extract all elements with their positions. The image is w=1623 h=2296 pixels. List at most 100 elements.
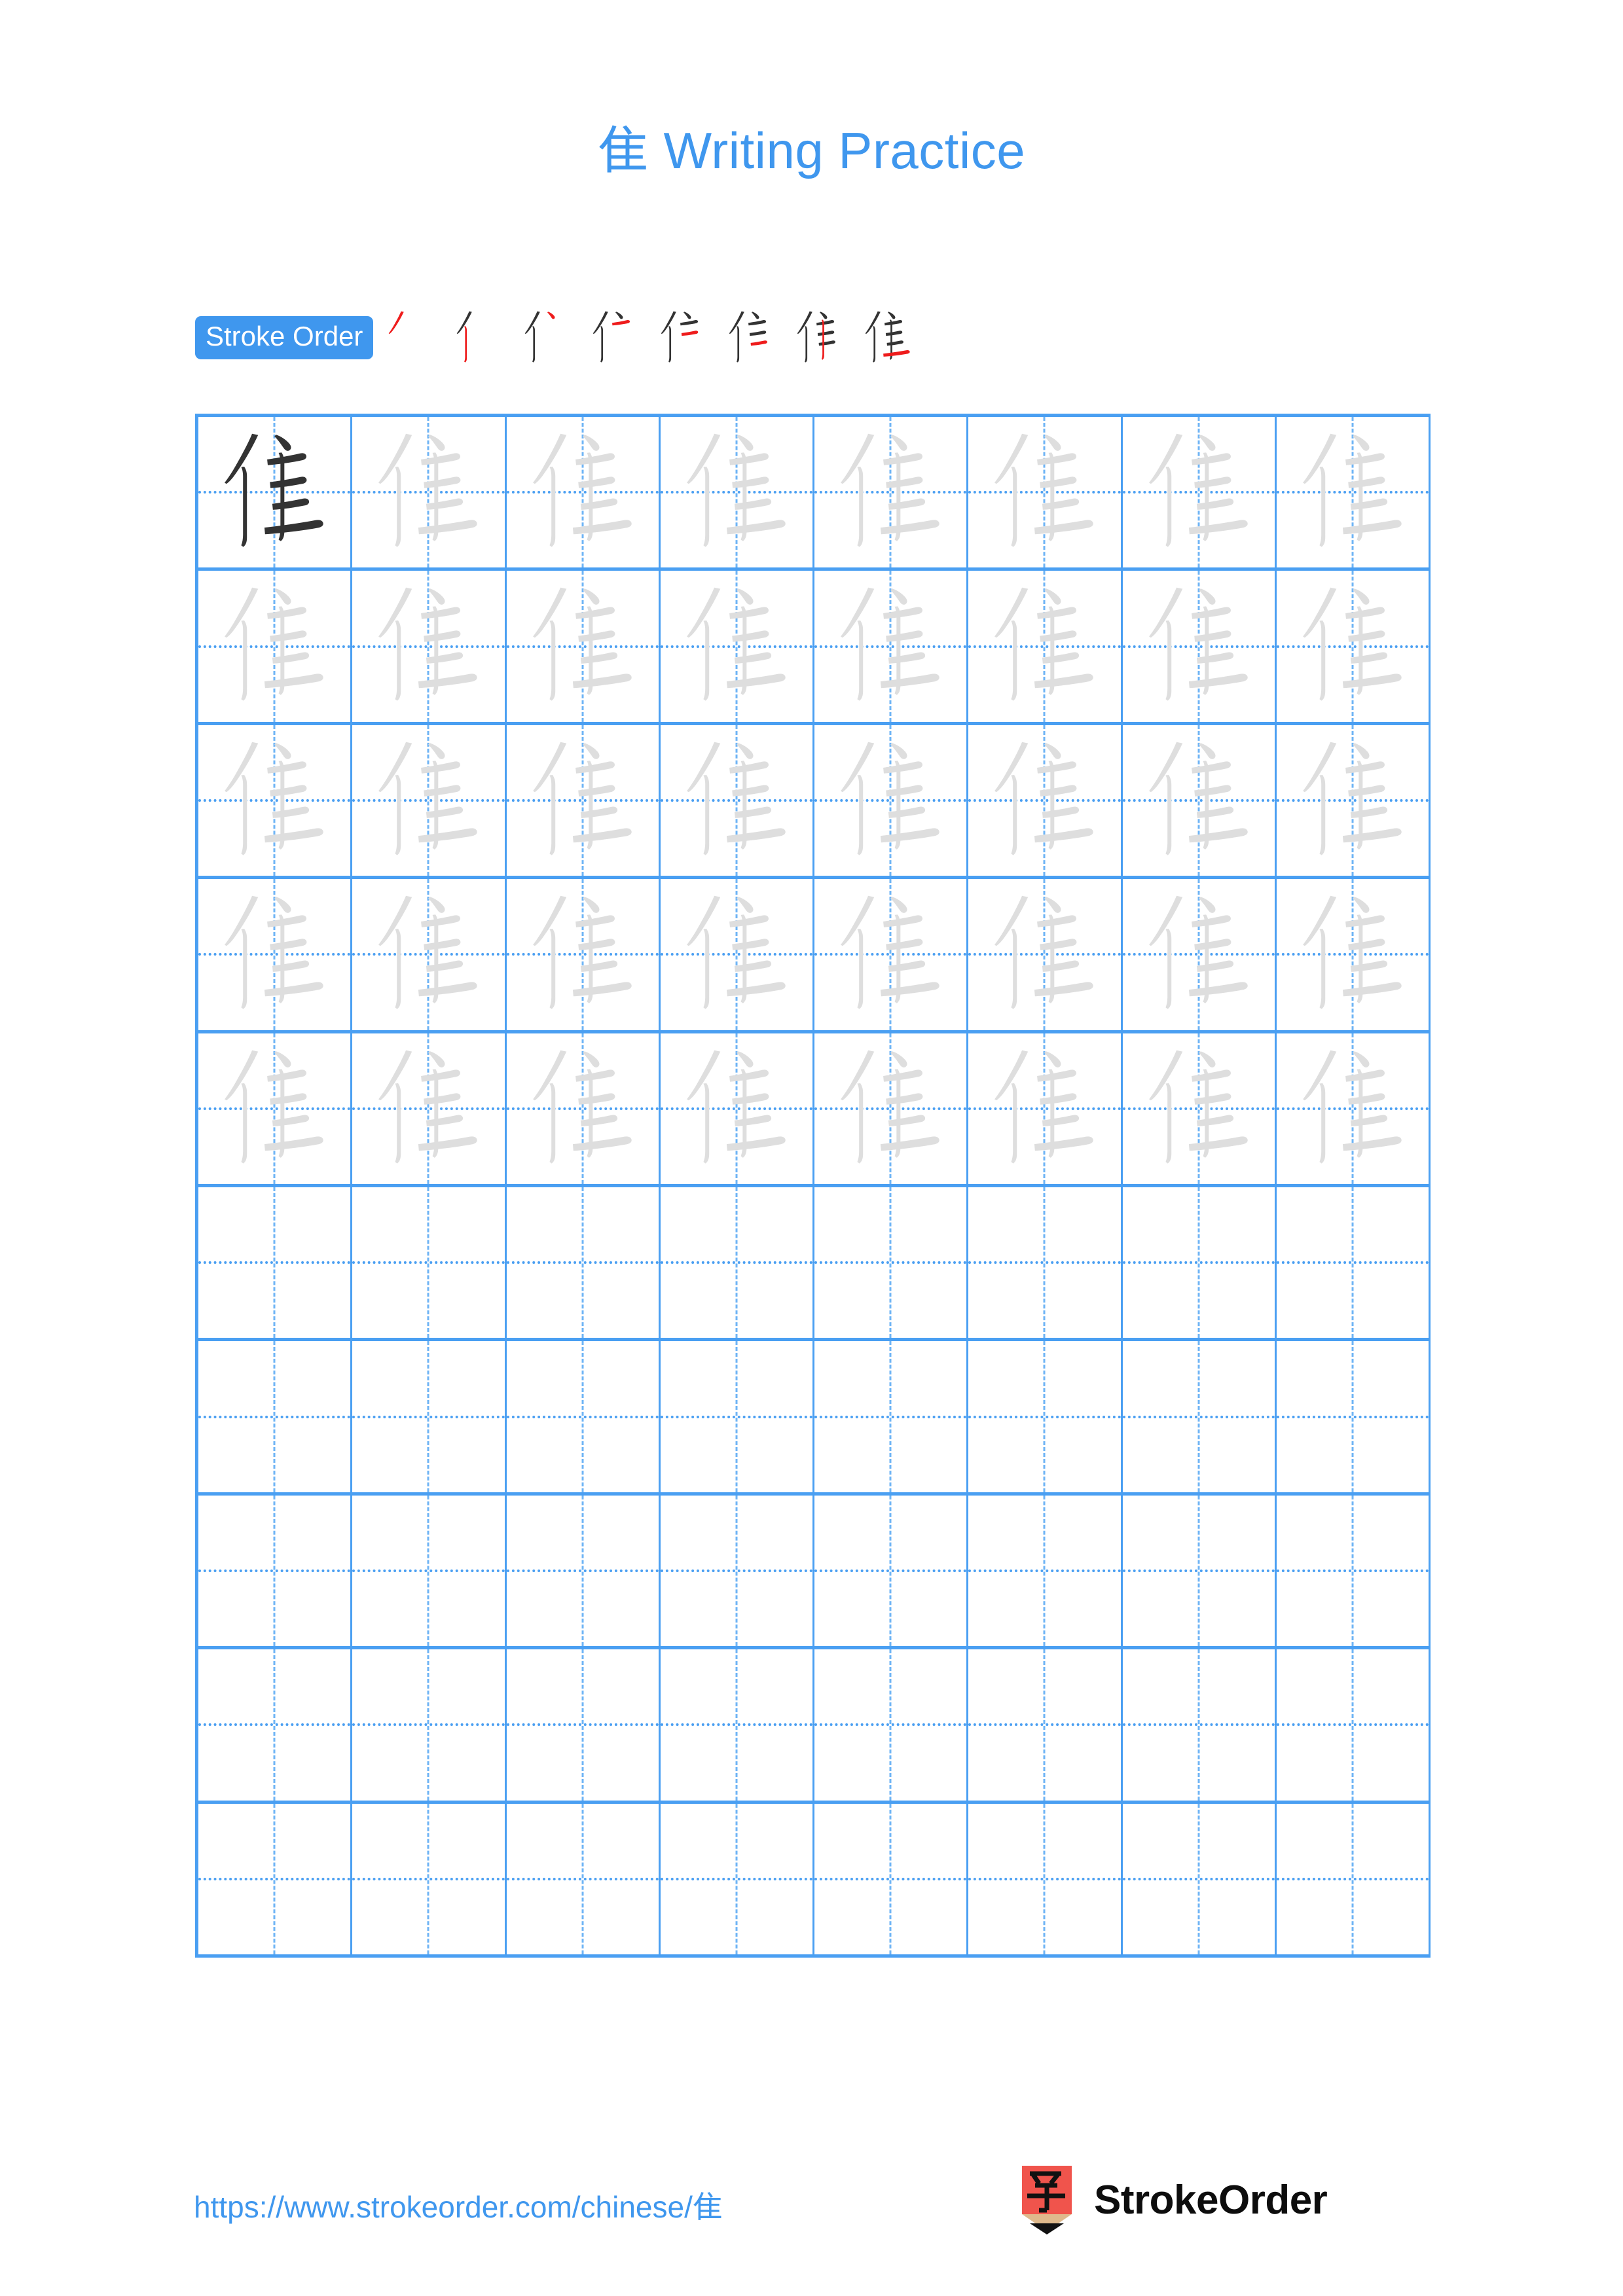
tracing-character: [1277, 725, 1429, 876]
practice-grid-cell[interactable]: [198, 1649, 353, 1801]
tracing-character: [814, 571, 966, 721]
footer-url-link[interactable]: https://www.strokeorder.com/chinese/隹: [194, 2183, 723, 2227]
stroke-step-glyph: [389, 311, 405, 334]
practice-grid-cell[interactable]: [968, 417, 1123, 568]
practice-grid-cell[interactable]: [968, 1341, 1123, 1492]
practice-grid-row: [198, 1803, 1431, 1958]
tracing-character: [1277, 1033, 1429, 1184]
practice-grid-cell[interactable]: [968, 571, 1123, 722]
tracing-character: [352, 417, 504, 567]
practice-grid-cell[interactable]: [814, 571, 969, 722]
practice-grid-cell[interactable]: [661, 725, 814, 876]
practice-grid-cell[interactable]: [352, 1341, 507, 1492]
practice-grid-cell[interactable]: [352, 1187, 507, 1338]
practice-grid-cell[interactable]: [352, 725, 507, 876]
practice-grid-cell[interactable]: [507, 879, 661, 1030]
practice-grid-cell[interactable]: [661, 1495, 814, 1647]
practice-grid-cell[interactable]: [198, 417, 353, 568]
practice-grid-cell[interactable]: [1123, 1033, 1277, 1185]
practice-grid-cell[interactable]: [507, 1187, 661, 1338]
practice-grid-cell[interactable]: [968, 1033, 1123, 1185]
practice-grid-cell[interactable]: [198, 571, 353, 722]
practice-grid-cell[interactable]: [814, 879, 969, 1030]
practice-grid-cell[interactable]: [661, 1187, 814, 1338]
practice-grid-cell[interactable]: [968, 1187, 1123, 1338]
practice-grid-cell[interactable]: [814, 1495, 969, 1647]
tracing-character: [968, 417, 1120, 567]
stroke-order-badge: Stroke Order: [195, 316, 374, 359]
practice-grid-cell[interactable]: [352, 571, 507, 722]
practice-grid-cell[interactable]: [352, 417, 507, 568]
practice-grid-cell[interactable]: [814, 1803, 969, 1955]
practice-grid-row: [198, 1649, 1431, 1804]
practice-grid-cell[interactable]: [198, 1033, 353, 1185]
practice-grid-cell[interactable]: [1277, 1187, 1431, 1338]
practice-grid-cell[interactable]: [507, 1495, 661, 1647]
practice-grid-cell[interactable]: [1277, 571, 1431, 722]
practice-grid-cell[interactable]: [1123, 1341, 1277, 1492]
stroke-step-glyph: [593, 311, 630, 363]
practice-grid-cell[interactable]: [1123, 1649, 1277, 1801]
tracing-character: [352, 1033, 504, 1184]
practice-grid-cell[interactable]: [661, 879, 814, 1030]
practice-grid-cell[interactable]: [814, 725, 969, 876]
tracing-character: [661, 571, 812, 721]
page-title: 隹 Writing Practice: [0, 110, 1623, 183]
practice-grid-cell[interactable]: [352, 1033, 507, 1185]
practice-grid-cell[interactable]: [1123, 725, 1277, 876]
practice-grid-cell[interactable]: [352, 1495, 507, 1647]
practice-grid-cell[interactable]: [814, 1649, 969, 1801]
practice-grid-cell[interactable]: [1277, 1495, 1431, 1647]
practice-grid-cell[interactable]: [1277, 879, 1431, 1030]
practice-grid-cell[interactable]: [661, 1649, 814, 1801]
practice-grid-cell[interactable]: [507, 1649, 661, 1801]
practice-grid-cell[interactable]: [352, 879, 507, 1030]
practice-grid-cell[interactable]: [1123, 417, 1277, 568]
practice-grid-cell[interactable]: [814, 417, 969, 568]
practice-grid-cell[interactable]: [507, 417, 661, 568]
practice-grid-cell[interactable]: [507, 1803, 661, 1955]
practice-grid-cell[interactable]: [198, 1341, 353, 1492]
tracing-character: [198, 571, 350, 721]
practice-grid-cell[interactable]: [1123, 571, 1277, 722]
practice-grid-cell[interactable]: [507, 571, 661, 722]
practice-grid-cell[interactable]: [507, 725, 661, 876]
practice-grid-cell[interactable]: [507, 1033, 661, 1185]
practice-grid-cell[interactable]: [507, 1341, 661, 1492]
practice-grid-cell[interactable]: [968, 1495, 1123, 1647]
practice-grid-cell[interactable]: [1277, 417, 1431, 568]
practice-grid-cell[interactable]: [1277, 1341, 1431, 1492]
practice-grid-cell[interactable]: [1123, 1187, 1277, 1338]
practice-grid-cell[interactable]: [968, 1803, 1123, 1955]
practice-grid-cell[interactable]: [661, 1803, 814, 1955]
tracing-character: [352, 725, 504, 876]
practice-grid-cell[interactable]: [198, 725, 353, 876]
tracing-character: [507, 725, 659, 876]
practice-grid-cell[interactable]: [661, 417, 814, 568]
practice-grid-cell[interactable]: [661, 571, 814, 722]
practice-grid-cell[interactable]: [198, 879, 353, 1030]
practice-grid-cell[interactable]: [1277, 725, 1431, 876]
practice-grid-cell[interactable]: [1123, 1803, 1277, 1955]
practice-grid-row: [198, 1033, 1431, 1188]
practice-grid-cell[interactable]: [968, 725, 1123, 876]
tracing-character: [661, 1033, 812, 1184]
practice-grid-cell[interactable]: [661, 1341, 814, 1492]
practice-grid-cell[interactable]: [968, 879, 1123, 1030]
practice-grid-cell[interactable]: [198, 1495, 353, 1647]
practice-grid-cell[interactable]: [814, 1341, 969, 1492]
practice-grid-cell[interactable]: [1123, 879, 1277, 1030]
practice-grid-cell[interactable]: [814, 1187, 969, 1338]
practice-grid-cell[interactable]: [1277, 1803, 1431, 1955]
practice-grid-cell[interactable]: [352, 1649, 507, 1801]
practice-grid-cell[interactable]: [968, 1649, 1123, 1801]
practice-grid-cell[interactable]: [814, 1033, 969, 1185]
practice-grid-cell[interactable]: [1123, 1495, 1277, 1647]
practice-grid-cell[interactable]: [661, 1033, 814, 1185]
practice-grid-cell[interactable]: [1277, 1033, 1431, 1185]
stroke-step-glyph: [457, 311, 473, 363]
practice-grid-cell[interactable]: [352, 1803, 507, 1955]
practice-grid-cell[interactable]: [198, 1803, 353, 1955]
practice-grid-cell[interactable]: [198, 1187, 353, 1338]
practice-grid-cell[interactable]: [1277, 1649, 1431, 1801]
